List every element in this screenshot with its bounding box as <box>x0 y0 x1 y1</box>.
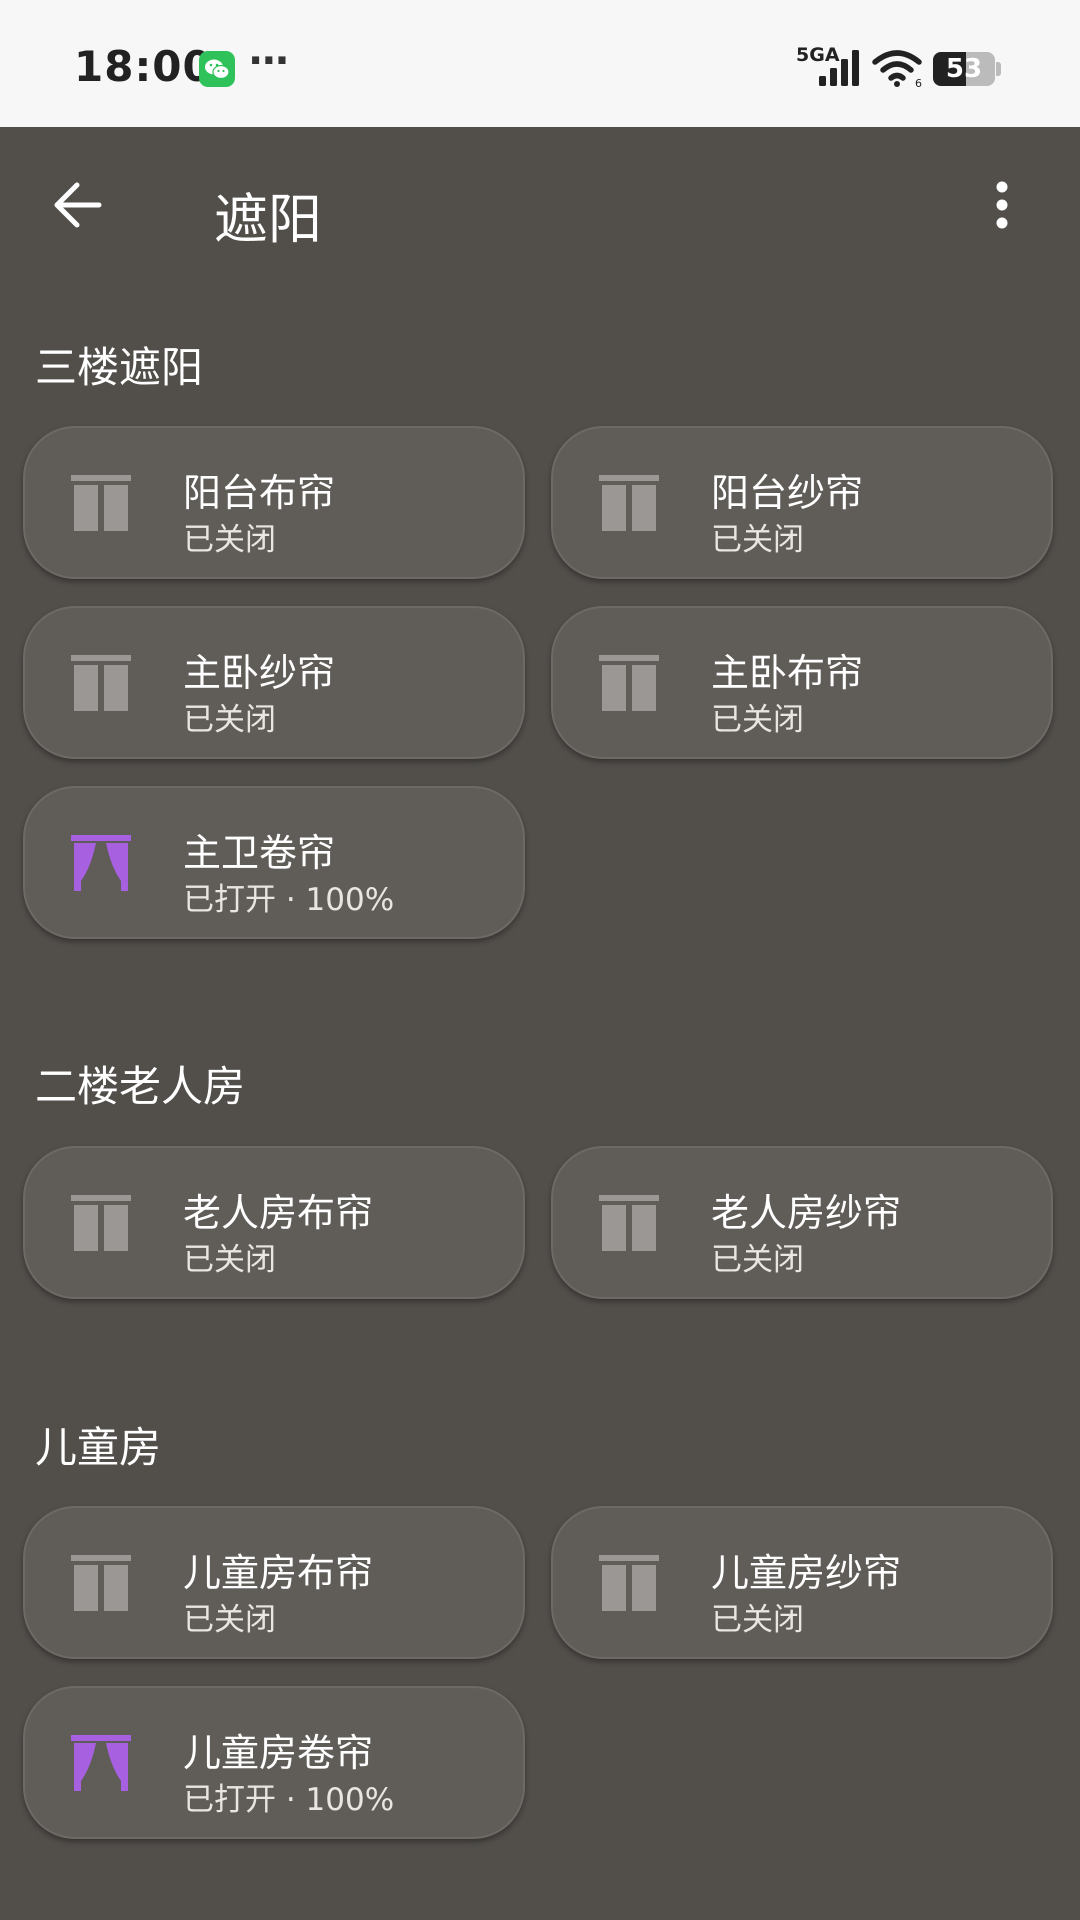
cover-card[interactable]: 老人房纱帘 已关闭 <box>551 1146 1053 1299</box>
cover-state: 已关闭 <box>711 1242 804 1278</box>
cover-state: 已关闭 <box>711 702 804 738</box>
cover-card[interactable]: 阳台纱帘 已关闭 <box>551 426 1053 579</box>
curtain-closed-icon <box>69 1191 133 1255</box>
curtain-open-icon <box>69 1731 133 1795</box>
cover-name: 儿童房布帘 <box>183 1551 374 1595</box>
section-title: 儿童房 <box>35 1423 162 1472</box>
cover-card[interactable]: 儿童房布帘 已关闭 <box>23 1506 525 1659</box>
status-bar: 18:00 ··· 5GA 6 53 <box>0 0 1080 127</box>
cover-card[interactable]: 儿童房卷帘 已打开 · 100% <box>23 1686 525 1839</box>
cover-name: 阳台纱帘 <box>711 471 864 515</box>
cover-card[interactable]: 主卧布帘 已关闭 <box>551 606 1053 759</box>
cover-name: 主卧布帘 <box>711 651 864 695</box>
page-title: 遮阳 <box>214 188 322 251</box>
svg-text:6: 6 <box>915 77 922 88</box>
cover-card[interactable]: 老人房布帘 已关闭 <box>23 1146 525 1299</box>
section-title: 三楼遮阳 <box>35 343 204 392</box>
cover-state: 已关闭 <box>711 522 804 558</box>
more-vert-icon <box>996 181 1008 229</box>
more-options-button[interactable] <box>970 172 1034 238</box>
curtain-closed-icon <box>597 1551 661 1615</box>
app-bar: 遮阳 <box>0 127 1080 283</box>
cover-name: 老人房纱帘 <box>711 1191 902 1235</box>
cover-name: 儿童房卷帘 <box>183 1731 374 1775</box>
cover-state: 已关闭 <box>711 1602 804 1638</box>
battery-tip <box>996 62 1001 76</box>
cover-state: 已关闭 <box>183 522 276 558</box>
cover-card[interactable]: 阳台布帘 已关闭 <box>23 426 525 579</box>
curtain-closed-icon <box>597 651 661 715</box>
cover-state: 已关闭 <box>183 1602 276 1638</box>
curtain-closed-icon <box>597 1191 661 1255</box>
clock: 18:00 <box>74 42 213 91</box>
cover-state: 已打开 · 100% <box>183 1782 395 1818</box>
curtain-open-icon <box>69 831 133 895</box>
cover-name: 儿童房纱帘 <box>711 1551 902 1595</box>
cover-name: 主卧纱帘 <box>183 651 336 695</box>
curtain-closed-icon <box>69 651 133 715</box>
cover-state: 已打开 · 100% <box>183 882 395 918</box>
curtain-closed-icon <box>69 1551 133 1615</box>
back-button[interactable] <box>44 172 110 238</box>
cover-name: 主卫卷帘 <box>183 831 336 875</box>
cover-name: 阳台布帘 <box>183 471 336 515</box>
cover-name: 老人房布帘 <box>183 1191 374 1235</box>
battery-icon: 53 <box>933 52 995 86</box>
curtain-closed-icon <box>597 471 661 535</box>
cover-state: 已关闭 <box>183 702 276 738</box>
section-title: 二楼老人房 <box>35 1062 246 1111</box>
signal-icon <box>817 50 863 90</box>
curtain-closed-icon <box>69 471 133 535</box>
back-arrow-icon <box>54 182 102 228</box>
cover-card[interactable]: 主卧纱帘 已关闭 <box>23 606 525 759</box>
wifi-icon: 6 <box>872 50 924 92</box>
cover-state: 已关闭 <box>183 1242 276 1278</box>
battery-level: 53 <box>945 54 983 84</box>
cover-card[interactable]: 主卫卷帘 已打开 · 100% <box>23 786 525 939</box>
wechat-icon <box>199 51 235 87</box>
cover-card[interactable]: 儿童房纱帘 已关闭 <box>551 1506 1053 1659</box>
more-dots-icon: ··· <box>248 38 290 84</box>
